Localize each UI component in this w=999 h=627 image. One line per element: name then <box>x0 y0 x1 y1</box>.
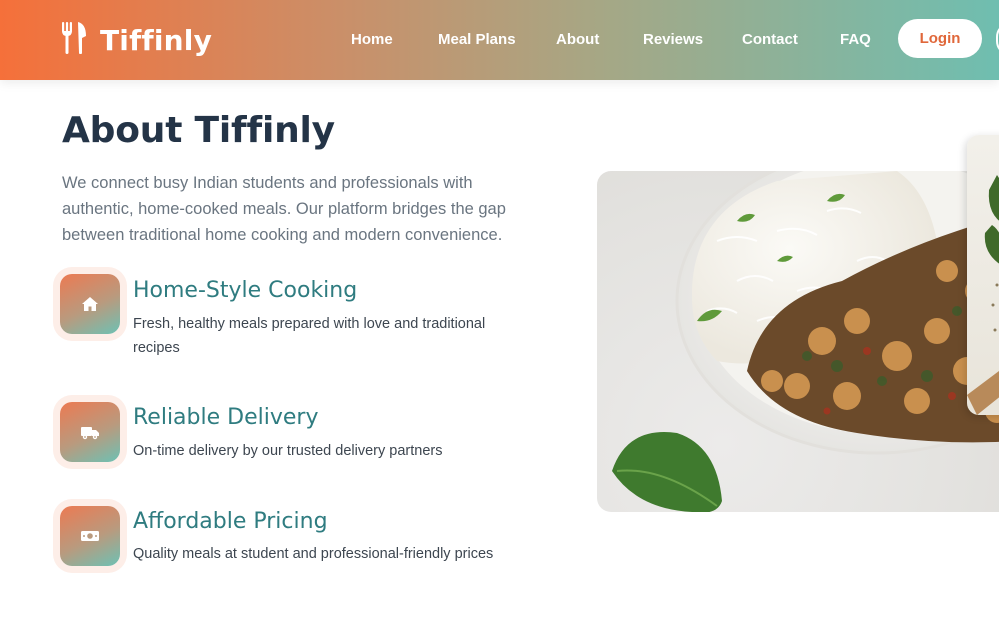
utensils-icon <box>60 21 88 59</box>
nav-faq[interactable]: FAQ <box>840 31 871 48</box>
nav-about[interactable]: About <box>556 31 599 48</box>
login-button[interactable]: Login <box>898 19 982 58</box>
home-icon <box>60 274 120 334</box>
feature-description: On-time delivery by our trusted delivery… <box>133 443 443 459</box>
brand-logo[interactable]: Tiffinly <box>60 21 213 59</box>
about-intro: We connect busy Indian students and prof… <box>62 174 506 244</box>
feature-title: Home-Style Cooking <box>133 278 358 303</box>
feature-title: Reliable Delivery <box>133 405 319 430</box>
nav-contact[interactable]: Contact <box>742 31 798 48</box>
nav-meal-plans[interactable]: Meal Plans <box>438 31 516 48</box>
food-image <box>597 171 999 512</box>
nav-reviews[interactable]: Reviews <box>643 31 703 48</box>
page-title: About Tiffinly <box>62 110 335 151</box>
brand-name: Tiffinly <box>100 23 213 57</box>
nav-home[interactable]: Home <box>351 31 393 48</box>
site-header: Tiffinly Home Meal Plans About Reviews C… <box>0 0 999 80</box>
truck-icon <box>60 402 120 462</box>
feature-description: Quality meals at student and professiona… <box>133 546 494 562</box>
feature-description: Fresh, healthy meals prepared with love … <box>133 316 486 356</box>
feature-title: Affordable Pricing <box>133 509 328 534</box>
money-bill-icon <box>60 506 120 566</box>
spices-image <box>967 135 999 415</box>
